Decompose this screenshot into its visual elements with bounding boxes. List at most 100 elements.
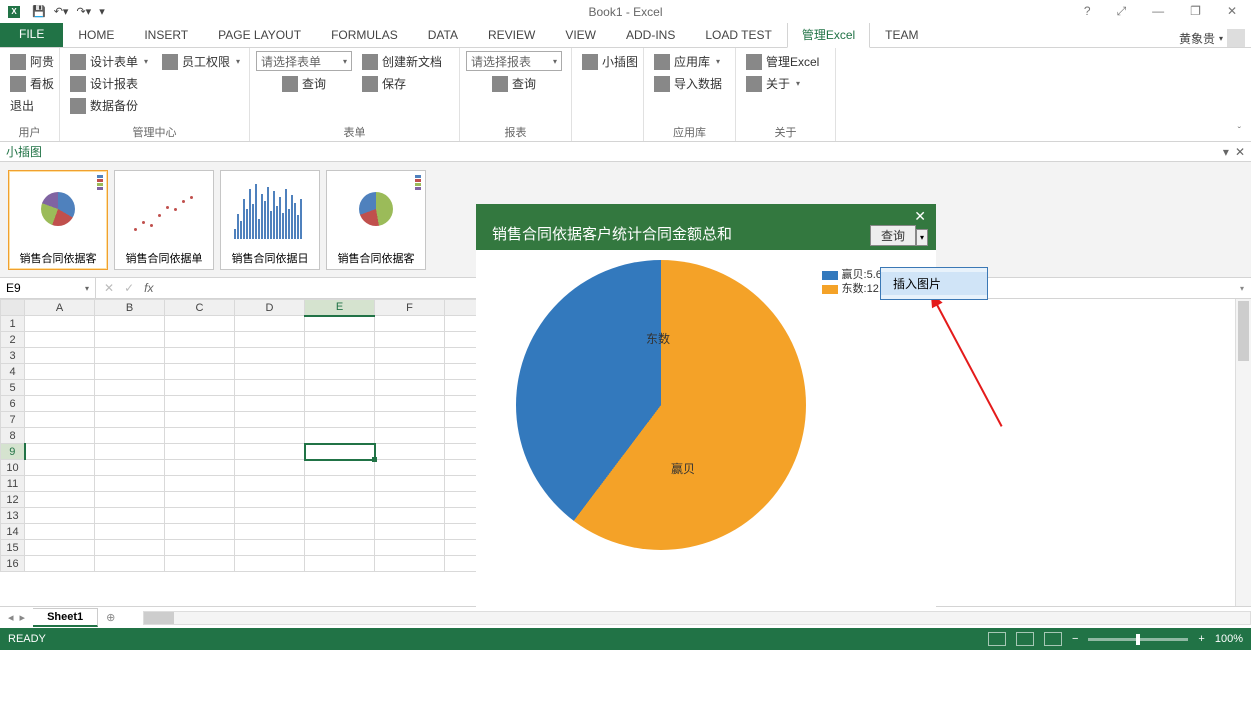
gallery-item-0[interactable]: 销售合同依据客 xyxy=(8,170,108,270)
cell-F13[interactable] xyxy=(375,508,445,524)
tab-addins[interactable]: ADD-INS xyxy=(611,23,690,47)
cell-D15[interactable] xyxy=(235,540,305,556)
cell-D3[interactable] xyxy=(235,348,305,364)
row-header-4[interactable]: 4 xyxy=(1,364,25,380)
cell-F1[interactable] xyxy=(375,316,445,332)
chart-floating-window[interactable]: ✕ 销售合同依据客户统计合同金额总和 查询 ▾ 东数 赢贝 赢贝:5.6 东数:… xyxy=(476,204,936,614)
cell-B14[interactable] xyxy=(95,524,165,540)
zoom-in-button[interactable]: + xyxy=(1198,633,1204,645)
cell-F15[interactable] xyxy=(375,540,445,556)
tab-loadtest[interactable]: LOAD TEST xyxy=(690,23,786,47)
cell-D5[interactable] xyxy=(235,380,305,396)
undo-icon[interactable]: ↶▾ xyxy=(54,5,69,18)
add-sheet-button[interactable]: ⊕ xyxy=(98,611,123,624)
tab-formulas[interactable]: FORMULAS xyxy=(316,23,413,47)
cell-A8[interactable] xyxy=(25,428,95,444)
cell-C5[interactable] xyxy=(165,380,235,396)
cell-C4[interactable] xyxy=(165,364,235,380)
sheet-nav-last-icon[interactable]: ▸ xyxy=(20,611,26,624)
cancel-formula-icon[interactable]: ✕ xyxy=(104,281,114,295)
cell-C16[interactable] xyxy=(165,556,235,572)
row-header-14[interactable]: 14 xyxy=(1,524,25,540)
appstore-button[interactable]: 应用库 xyxy=(650,51,726,72)
cell-E6[interactable] xyxy=(305,396,375,412)
view-normal-icon[interactable] xyxy=(988,632,1006,646)
cell-E4[interactable] xyxy=(305,364,375,380)
col-header-C[interactable]: C xyxy=(165,300,235,316)
cell-A6[interactable] xyxy=(25,396,95,412)
gallery-item-3[interactable]: 销售合同依据客 xyxy=(326,170,426,270)
cell-B1[interactable] xyxy=(95,316,165,332)
cell-E5[interactable] xyxy=(305,380,375,396)
pane-dropdown-icon[interactable]: ▾ xyxy=(1223,145,1229,159)
chart-window-header[interactable]: ✕ 销售合同依据客户统计合同金额总和 查询 ▾ xyxy=(476,204,936,250)
cell-C6[interactable] xyxy=(165,396,235,412)
cell-D7[interactable] xyxy=(235,412,305,428)
cell-B2[interactable] xyxy=(95,332,165,348)
cell-D4[interactable] xyxy=(235,364,305,380)
cell-D8[interactable] xyxy=(235,428,305,444)
user-account[interactable]: 黄象贵 ▾ xyxy=(1179,29,1245,47)
cell-A16[interactable] xyxy=(25,556,95,572)
design-report-button[interactable]: 设计报表 xyxy=(66,73,152,94)
col-header-A[interactable]: A xyxy=(25,300,95,316)
cell-B16[interactable] xyxy=(95,556,165,572)
form-select-combo[interactable]: 请选择表单 xyxy=(256,51,352,71)
cell-C8[interactable] xyxy=(165,428,235,444)
row-header-11[interactable]: 11 xyxy=(1,476,25,492)
tab-home[interactable]: HOME xyxy=(63,23,129,47)
cell-B3[interactable] xyxy=(95,348,165,364)
col-header-D[interactable]: D xyxy=(235,300,305,316)
cell-A10[interactable] xyxy=(25,460,95,476)
row-header-7[interactable]: 7 xyxy=(1,412,25,428)
cell-A13[interactable] xyxy=(25,508,95,524)
cell-D11[interactable] xyxy=(235,476,305,492)
cell-F9[interactable] xyxy=(375,444,445,460)
row-header-12[interactable]: 12 xyxy=(1,492,25,508)
cell-F8[interactable] xyxy=(375,428,445,444)
row-header-6[interactable]: 6 xyxy=(1,396,25,412)
cell-D6[interactable] xyxy=(235,396,305,412)
row-header-10[interactable]: 10 xyxy=(1,460,25,476)
kanban-button[interactable]: 看板 xyxy=(6,73,58,94)
row-header-3[interactable]: 3 xyxy=(1,348,25,364)
gallery-item-2[interactable]: 销售合同依据日 xyxy=(220,170,320,270)
row-header-5[interactable]: 5 xyxy=(1,380,25,396)
cell-F7[interactable] xyxy=(375,412,445,428)
cell-A5[interactable] xyxy=(25,380,95,396)
ribbon-display-icon[interactable]: ⤢ xyxy=(1111,2,1133,21)
chart-close-icon[interactable]: ✕ xyxy=(914,208,926,225)
exit-button[interactable]: 退出 xyxy=(6,95,58,116)
cell-D2[interactable] xyxy=(235,332,305,348)
tab-insert[interactable]: INSERT xyxy=(129,23,203,47)
cell-E7[interactable] xyxy=(305,412,375,428)
cell-E10[interactable] xyxy=(305,460,375,476)
cell-B15[interactable] xyxy=(95,540,165,556)
row-header-16[interactable]: 16 xyxy=(1,556,25,572)
cell-C3[interactable] xyxy=(165,348,235,364)
row-header-1[interactable]: 1 xyxy=(1,316,25,332)
cell-E15[interactable] xyxy=(305,540,375,556)
fx-icon[interactable]: fx xyxy=(144,281,153,295)
horizontal-scrollbar[interactable] xyxy=(143,611,1251,625)
cell-A11[interactable] xyxy=(25,476,95,492)
cell-E8[interactable] xyxy=(305,428,375,444)
cell-C14[interactable] xyxy=(165,524,235,540)
report-select-combo[interactable]: 请选择报表 xyxy=(466,51,562,71)
minimize-button[interactable]: — xyxy=(1146,2,1170,21)
manage-excel-button[interactable]: 管理Excel xyxy=(742,51,823,72)
cell-C9[interactable] xyxy=(165,444,235,460)
import-data-button[interactable]: 导入数据 xyxy=(650,73,726,94)
chart-query-dropdown[interactable]: ▾ xyxy=(916,229,928,246)
cell-A3[interactable] xyxy=(25,348,95,364)
vertical-scrollbar[interactable] xyxy=(1235,299,1251,606)
cell-F3[interactable] xyxy=(375,348,445,364)
design-form-button[interactable]: 设计表单 xyxy=(66,51,152,72)
cell-D9[interactable] xyxy=(235,444,305,460)
view-pagebreak-icon[interactable] xyxy=(1044,632,1062,646)
cell-E11[interactable] xyxy=(305,476,375,492)
new-doc-button[interactable]: 创建新文档 xyxy=(358,51,446,72)
cell-A14[interactable] xyxy=(25,524,95,540)
cell-F14[interactable] xyxy=(375,524,445,540)
staff-permission-button[interactable]: 员工权限 xyxy=(158,51,244,72)
